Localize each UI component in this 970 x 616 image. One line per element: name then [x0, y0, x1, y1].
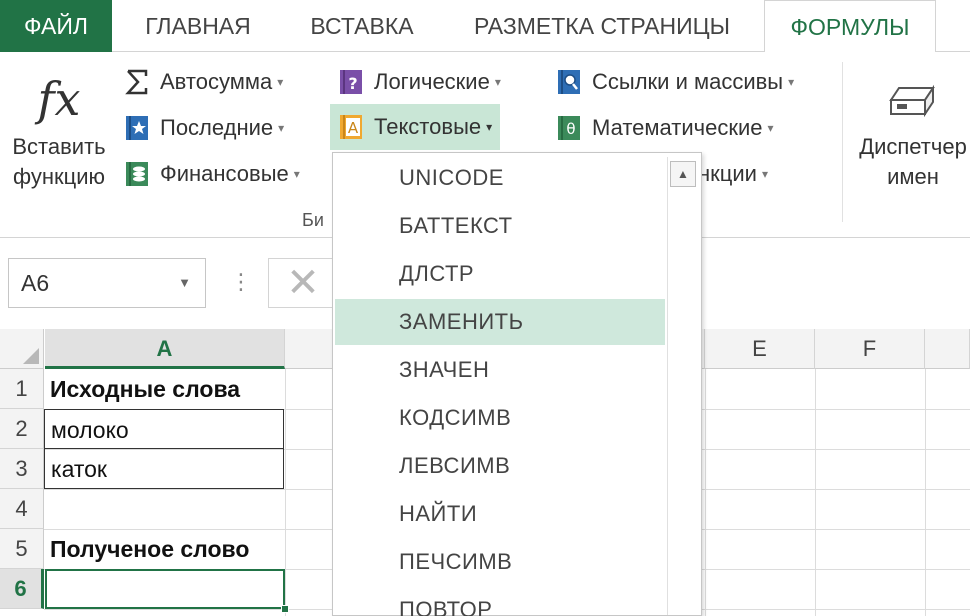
text-functions-dropdown: UNICODE БАТТЕКСТ ДЛСТР ЗАМЕНИТЬ ЗНАЧЕН К… [332, 152, 702, 616]
chevron-down-icon: ▾ [494, 75, 501, 89]
chevron-down-icon: ▾ [761, 167, 768, 181]
text-a-icon: A [336, 112, 366, 142]
menu-item-unicode[interactable]: UNICODE [335, 155, 665, 201]
name-manager-button[interactable]: Диспетчер имен [848, 66, 970, 216]
tab-file[interactable]: ФАЙЛ [0, 0, 112, 52]
close-icon: ✕ [286, 261, 320, 305]
logical-functions-label: Логические [374, 69, 490, 94]
more-functions-button[interactable]: нкции ▾ [698, 154, 768, 194]
scroll-up-icon[interactable]: ▲ [670, 161, 696, 187]
menu-item-kodsimv[interactable]: КОДСИМВ [335, 395, 665, 441]
chevron-down-icon: ▾ [277, 75, 284, 89]
text-functions-button[interactable]: A Текстовые ▾ [330, 104, 501, 150]
coins-book-icon [122, 159, 152, 189]
name-manager-label-2: имен [887, 164, 939, 189]
row-header-1[interactable]: 1 [0, 369, 44, 409]
tab-insert[interactable]: ВСТАВКА [292, 0, 432, 52]
chevron-down-icon: ▾ [278, 121, 285, 135]
select-all-button[interactable] [0, 329, 44, 369]
cell-a1[interactable]: Исходные слова [44, 369, 284, 409]
question-book-icon: ? [336, 67, 366, 97]
chevron-down-icon: ▾ [293, 167, 300, 181]
row-header-5[interactable]: 5 [0, 529, 44, 569]
cell-a3[interactable]: каток [44, 449, 284, 489]
row-header-2[interactable]: 2 [0, 409, 44, 449]
gridline [285, 369, 286, 616]
cell-a5[interactable]: Полученое слово [44, 529, 284, 569]
name-box-value: A6 [21, 270, 50, 296]
more-functions-label: нкции [698, 161, 757, 186]
name-manager-icon [848, 66, 970, 132]
autosum-button[interactable]: Автосумма ▾ [122, 62, 283, 102]
star-book-icon [122, 113, 152, 143]
svg-text:A: A [348, 119, 359, 137]
fx-icon: fx [37, 72, 81, 126]
column-header-f[interactable]: F [815, 329, 925, 369]
menu-item-pechsimv[interactable]: ПЕЧСИМВ [335, 539, 665, 585]
svg-text:θ: θ [566, 120, 575, 138]
menu-item-znachen[interactable]: ЗНАЧЕН [335, 347, 665, 393]
column-header-a[interactable]: A [45, 329, 285, 369]
chevron-down-icon: ▾ [788, 75, 795, 89]
row-header-3[interactable]: 3 [0, 449, 44, 489]
menu-item-zamenit[interactable]: ЗАМЕНИТЬ [335, 299, 665, 345]
theta-book-icon: θ [554, 113, 584, 143]
svg-text:?: ? [348, 74, 357, 93]
chevron-down-icon: ▾ [486, 120, 493, 134]
chevron-down-icon: ▼ [178, 275, 191, 290]
chevron-down-icon: ▾ [767, 121, 774, 135]
menu-item-nayti[interactable]: НАЙТИ [335, 491, 665, 537]
name-box[interactable]: A6 ▼ [8, 258, 206, 308]
menu-item-levsimv[interactable]: ЛЕВСИМВ [335, 443, 665, 489]
row-header-4[interactable]: 4 [0, 489, 44, 529]
cell-a4[interactable] [44, 489, 284, 529]
menu-item-battekst[interactable]: БАТТЕКСТ [335, 203, 665, 249]
menu-item-dlstr[interactable]: ДЛСТР [335, 251, 665, 297]
dropdown-scrollbar[interactable]: ▲ [667, 157, 699, 615]
insert-function-button[interactable]: fx Вставить функцию [0, 66, 118, 216]
financial-functions-button[interactable]: Финансовые ▾ [122, 154, 300, 194]
gridline [705, 369, 706, 616]
column-header-e[interactable]: E [705, 329, 815, 369]
financial-functions-label: Финансовые [160, 161, 289, 186]
formula-bar-grip[interactable]: ⋮ [230, 269, 252, 295]
fill-handle[interactable] [281, 605, 289, 613]
recent-functions-button[interactable]: Последние ▾ [122, 108, 284, 148]
gridline [815, 369, 816, 616]
sigma-icon [122, 67, 152, 97]
tab-page-layout[interactable]: РАЗМЕТКА СТРАНИЦЫ [456, 0, 748, 52]
group-label-function-library: Би [302, 210, 324, 230]
lookup-functions-label: Ссылки и массивы [592, 69, 784, 94]
ribbon-separator [842, 62, 843, 222]
active-cell-a6[interactable] [45, 569, 285, 609]
autosum-label: Автосумма [160, 69, 273, 94]
math-functions-label: Математические [592, 115, 763, 140]
tab-formulas[interactable]: ФОРМУЛЫ [764, 0, 936, 53]
tab-home[interactable]: ГЛАВНАЯ [128, 0, 268, 52]
recent-functions-label: Последние [160, 115, 274, 140]
gridline [925, 369, 926, 616]
lookup-functions-button[interactable]: Ссылки и массивы ▾ [554, 62, 794, 102]
ribbon-tab-bar: ФАЙЛ ГЛАВНАЯ ВСТАВКА РАЗМЕТКА СТРАНИЦЫ Ф… [0, 0, 970, 53]
insert-function-label-1: Вставить [12, 134, 106, 159]
text-functions-label: Текстовые [374, 114, 482, 139]
name-manager-label-1: Диспетчер [859, 134, 967, 159]
cancel-entry-button[interactable]: ✕ [268, 258, 338, 308]
menu-item-povtor[interactable]: ПОВТОР [335, 587, 665, 616]
magnifier-book-icon [554, 67, 584, 97]
cell-a2[interactable]: молоко [44, 409, 284, 449]
math-functions-button[interactable]: θ Математические ▾ [554, 108, 774, 148]
insert-function-label-2: функцию [12, 164, 106, 189]
row-header-6[interactable]: 6 [0, 569, 44, 609]
logical-functions-button[interactable]: ? Логические ▾ [336, 62, 501, 102]
column-header-g[interactable] [925, 329, 970, 369]
